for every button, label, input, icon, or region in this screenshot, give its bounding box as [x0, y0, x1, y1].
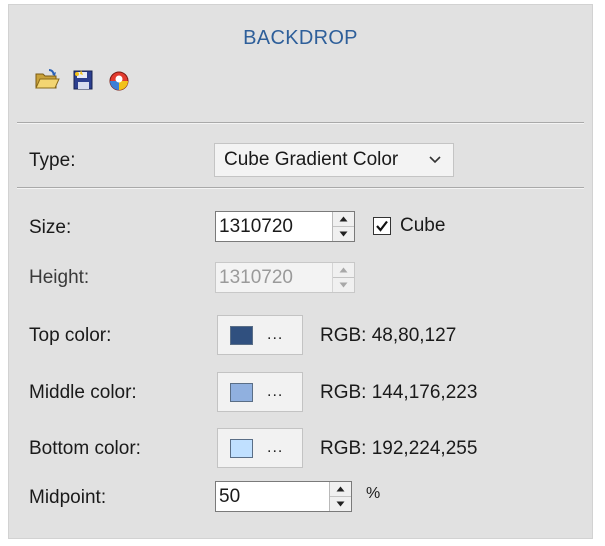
size-value: 1310720: [219, 215, 293, 237]
chevron-down-icon: [429, 156, 441, 164]
midpoint-input[interactable]: 50: [215, 481, 352, 512]
middle-color-swatch: [230, 382, 253, 402]
midpoint-decrement-button[interactable]: [330, 496, 351, 511]
size-increment-button[interactable]: [333, 212, 354, 226]
height-value: 1310720: [219, 266, 293, 288]
middle-color-rgb: RGB: 144,176,223: [320, 382, 478, 403]
bottom-color-rgb: RGB: 192,224,255: [320, 438, 478, 459]
bottom-color-dots: ...: [267, 439, 284, 456]
separator: [17, 122, 584, 124]
top-color-rgb: RGB: 48,80,127: [320, 325, 457, 346]
midpoint-unit: %: [366, 485, 381, 502]
cube-checkbox[interactable]: Cube: [373, 215, 445, 237]
midpoint-increment-button[interactable]: [330, 482, 351, 496]
type-select[interactable]: Cube Gradient Color: [214, 143, 454, 177]
size-decrement-button[interactable]: [333, 226, 354, 241]
height-label: Height:: [29, 267, 90, 288]
size-label: Size:: [29, 217, 72, 238]
open-folder-icon[interactable]: [34, 67, 60, 93]
bottom-color-label: Bottom color:: [29, 438, 141, 459]
type-select-value: Cube Gradient Color: [224, 149, 399, 170]
height-spinner: [332, 263, 354, 292]
top-color-swatch: [230, 325, 253, 345]
top-color-label: Top color:: [29, 325, 112, 346]
color-palette-icon[interactable]: [106, 67, 132, 93]
middle-color-button[interactable]: ...: [217, 372, 303, 412]
midpoint-label: Midpoint:: [29, 487, 107, 508]
type-label: Type:: [29, 150, 76, 171]
cube-checkbox-label: Cube: [400, 215, 446, 236]
bottom-color-button[interactable]: ...: [217, 428, 303, 468]
bottom-color-swatch: [230, 438, 253, 458]
checkmark-icon: [376, 220, 388, 232]
top-color-dots: ...: [267, 326, 284, 343]
size-input[interactable]: 1310720: [215, 211, 355, 242]
backdrop-panel: BACKDROP Type: Cube Gradient Color Size:…: [8, 4, 593, 539]
middle-color-label: Middle color:: [29, 382, 137, 403]
top-color-button[interactable]: ...: [217, 315, 303, 355]
midpoint-value: 50: [219, 485, 241, 507]
cube-checkbox-box[interactable]: [373, 217, 391, 235]
midpoint-spinner: [329, 482, 351, 511]
size-spinner: [332, 212, 354, 241]
panel-title: BACKDROP: [243, 27, 358, 49]
save-floppy-icon[interactable]: [70, 67, 96, 93]
separator: [17, 187, 584, 189]
middle-color-dots: ...: [267, 383, 284, 400]
height-input: 1310720: [215, 262, 355, 293]
toolbar: [34, 67, 132, 93]
height-increment-button: [333, 263, 354, 277]
height-decrement-button: [333, 277, 354, 292]
